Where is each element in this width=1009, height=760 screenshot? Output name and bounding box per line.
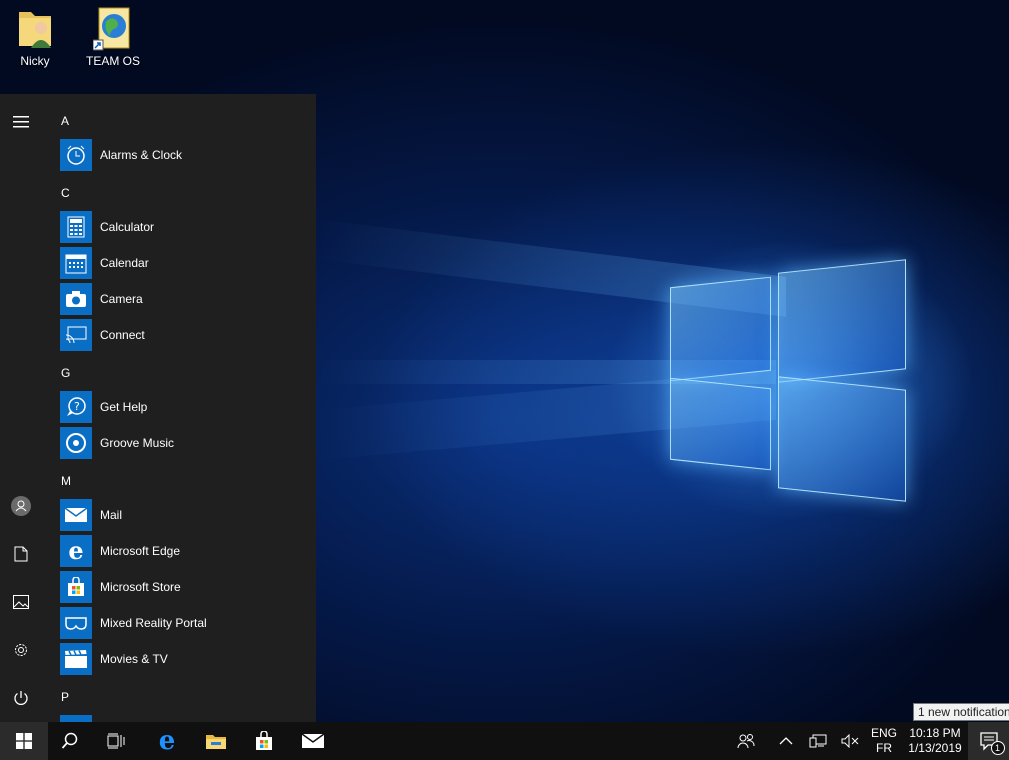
- app-microsoft-edge[interactable]: e Microsoft Edge: [60, 535, 310, 567]
- notification-count-badge: 1: [990, 741, 1005, 755]
- app-list[interactable]: A Alarms & Clock C Calculator Calendar C: [54, 94, 316, 722]
- group-letter-g[interactable]: G: [61, 366, 70, 380]
- network-icon: [809, 734, 827, 748]
- notifications-icon: 1: [979, 731, 1005, 755]
- input-language[interactable]: ENG FR: [866, 726, 902, 756]
- app-microsoft-store[interactable]: Microsoft Store: [60, 571, 310, 603]
- app-connect[interactable]: Connect: [60, 319, 310, 351]
- start-icon: [16, 733, 32, 749]
- desktop-icon-nicky[interactable]: Nicky: [0, 4, 70, 68]
- app-alarms-clock[interactable]: Alarms & Clock: [60, 139, 310, 171]
- app-label: Microsoft Edge: [100, 544, 181, 558]
- app-calendar[interactable]: Calendar: [60, 247, 310, 279]
- logo-pane: [778, 376, 906, 502]
- edge-icon: e: [158, 726, 176, 756]
- notification-tooltip: 1 new notification: [913, 703, 1009, 721]
- app-mixed-reality-portal[interactable]: Mixed Reality Portal: [60, 607, 310, 639]
- file-explorer-icon: [206, 735, 226, 749]
- desktop-icon-label: TEAM OS: [85, 54, 140, 68]
- show-hidden-icons-button[interactable]: [768, 722, 804, 760]
- user-avatar-icon[interactable]: [0, 486, 42, 526]
- app-camera[interactable]: Camera: [60, 283, 310, 315]
- store-icon: [60, 571, 92, 603]
- mail-icon: [60, 499, 92, 531]
- movies-tv-icon: [60, 643, 92, 675]
- connect-icon: [60, 319, 92, 351]
- search-icon: [61, 732, 78, 749]
- start-button[interactable]: [0, 722, 48, 760]
- people-button[interactable]: [724, 722, 768, 760]
- app-label: Groove Music: [100, 436, 175, 450]
- app-label: Camera: [100, 292, 143, 306]
- desktop-icon-label: Nicky: [20, 54, 50, 68]
- globe-shortcut-icon: [92, 6, 133, 51]
- group-letter-a[interactable]: A: [61, 114, 69, 128]
- app-label: Calculator: [100, 220, 155, 234]
- group-letter-c[interactable]: C: [61, 186, 70, 200]
- taskbar-mail[interactable]: [289, 722, 337, 760]
- app-movies-tv[interactable]: Movies & TV: [60, 643, 310, 675]
- taskbar: e ENG FR 10:18 PM 1/13/2019 1: [0, 722, 1009, 760]
- taskbar-file-explorer[interactable]: [192, 722, 240, 760]
- app-mail[interactable]: Mail: [60, 499, 310, 531]
- start-rail: [0, 94, 42, 722]
- mixed-reality-icon: [60, 607, 92, 639]
- app-label: Mixed Reality Portal: [100, 616, 207, 630]
- app-label: Microsoft Store: [100, 580, 181, 594]
- app-label: Connect: [100, 328, 145, 342]
- app-get-help[interactable]: ? Get Help: [60, 391, 310, 423]
- logo-pane: [778, 259, 906, 383]
- svg-text:?: ?: [74, 400, 80, 413]
- edge-icon: e: [60, 535, 92, 567]
- groove-music-icon: [60, 427, 92, 459]
- action-center-button[interactable]: 1: [968, 722, 1009, 760]
- desktop-icon-team-os[interactable]: TEAM OS: [78, 4, 148, 68]
- clock[interactable]: 10:18 PM 1/13/2019: [904, 726, 966, 756]
- get-help-icon: ?: [60, 391, 92, 423]
- app-calculator[interactable]: Calculator: [60, 211, 310, 243]
- task-view-icon: [107, 733, 125, 749]
- power-icon[interactable]: [0, 678, 42, 718]
- group-letter-m[interactable]: M: [61, 474, 71, 488]
- logo-pane: [670, 377, 771, 471]
- volume-muted-icon: [841, 734, 859, 748]
- network-button[interactable]: [802, 722, 834, 760]
- chevron-up-icon: [779, 737, 793, 745]
- group-letter-p[interactable]: P: [61, 690, 69, 704]
- documents-icon[interactable]: [0, 534, 42, 574]
- user-folder-icon: [15, 6, 55, 50]
- calculator-icon: [60, 211, 92, 243]
- taskbar-edge[interactable]: e: [143, 722, 191, 760]
- people-icon: [737, 734, 755, 749]
- app-label: Calendar: [100, 256, 149, 270]
- clock-time: 10:18 PM: [909, 726, 961, 740]
- mail-icon: [301, 733, 325, 748]
- taskbar-store[interactable]: [240, 722, 288, 760]
- app-tile-icon: [60, 715, 92, 722]
- keyboard-layout: FR: [876, 741, 892, 755]
- hamburger-icon[interactable]: [0, 102, 42, 142]
- calendar-icon: [60, 247, 92, 279]
- app-label: Movies & TV: [100, 652, 168, 666]
- search-button[interactable]: [46, 722, 94, 760]
- language-code: ENG: [870, 726, 897, 740]
- volume-button[interactable]: [834, 722, 866, 760]
- pictures-icon[interactable]: [0, 582, 42, 622]
- settings-icon[interactable]: [0, 630, 42, 670]
- alarm-clock-icon: [60, 139, 92, 171]
- app-partial[interactable]: [60, 715, 310, 722]
- start-menu: A Alarms & Clock C Calculator Calendar C: [0, 94, 316, 722]
- app-label: Mail: [100, 508, 123, 522]
- logo-pane: [670, 276, 771, 382]
- app-label: Alarms & Clock: [100, 148, 183, 162]
- app-label: Get Help: [100, 400, 148, 414]
- store-icon: [256, 731, 272, 750]
- task-view-button[interactable]: [92, 722, 140, 760]
- app-groove-music[interactable]: Groove Music: [60, 427, 310, 459]
- camera-icon: [60, 283, 92, 315]
- clock-date: 1/13/2019: [908, 741, 962, 755]
